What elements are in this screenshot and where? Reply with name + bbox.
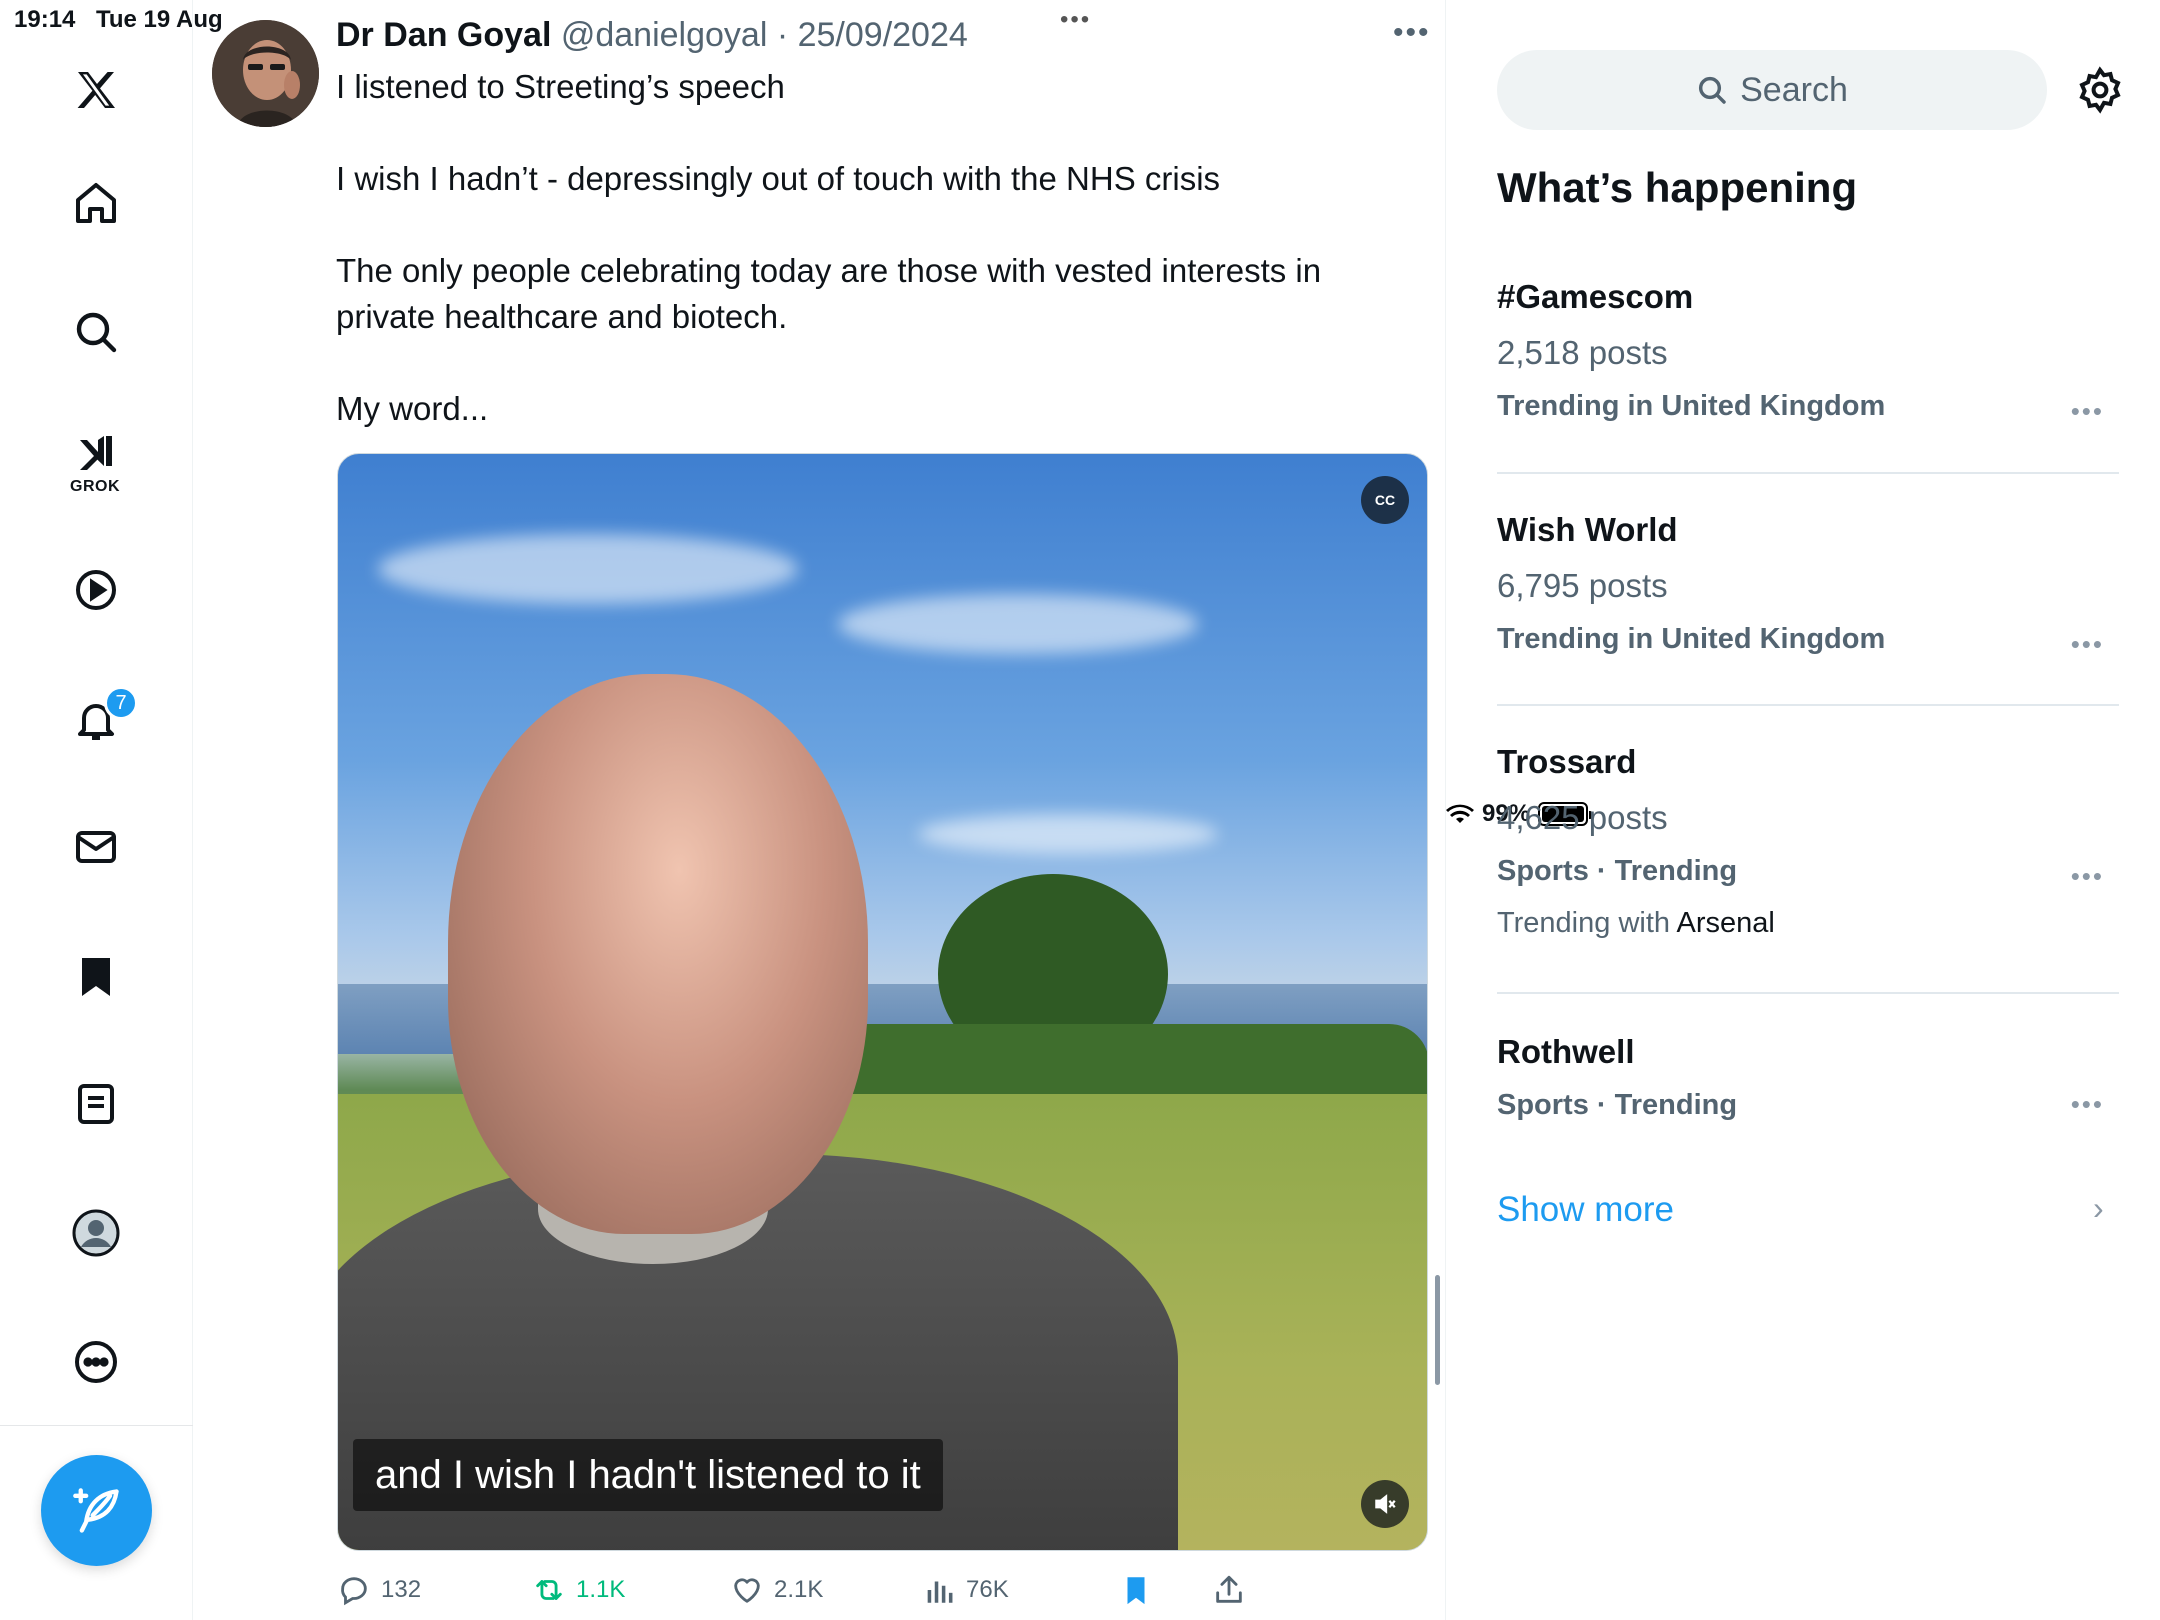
trend-context: Trending in United Kingdom — [1497, 390, 1886, 422]
trend-divider — [1497, 704, 2119, 706]
lists-icon[interactable] — [56, 1064, 136, 1144]
repost-count: 1.1K — [576, 1576, 626, 1603]
views-chart-icon — [927, 1581, 953, 1603]
muted-speaker-icon — [1375, 1494, 1396, 1514]
profile-avatar-icon[interactable] — [56, 1193, 136, 1273]
video-cloud — [838, 594, 1198, 654]
like-button[interactable]: 2.1K — [730, 1566, 823, 1614]
mute-toggle-button[interactable] — [1361, 1480, 1409, 1528]
explore-search-icon[interactable] — [56, 292, 136, 372]
nav-divider — [0, 1425, 193, 1426]
video-caption: and I wish I hadn't listened to it — [353, 1439, 943, 1511]
tweet-header: Dr Dan Goyal @danielgoyal · 25/09/2024 — [336, 16, 968, 55]
right-sidebar: Search What’s happening #Gamescom 2,518 … — [1446, 0, 2160, 1620]
trend-divider — [1497, 992, 2119, 994]
compose-feather-icon — [72, 1487, 119, 1533]
tweet-paragraph: I listened to Streeting’s speech — [336, 68, 785, 105]
tweet-more-button[interactable]: ••• — [1393, 16, 1431, 50]
chevron-right-icon[interactable]: › — [2093, 1190, 2104, 1227]
tweet-paragraph: My word... — [336, 390, 489, 427]
repost-button[interactable]: 1.1K — [532, 1566, 625, 1614]
author-handle[interactable]: @danielgoyal — [561, 16, 768, 54]
home-icon[interactable] — [56, 163, 136, 243]
search-icon — [1699, 76, 1726, 104]
trend-name: Wish World — [1497, 511, 1678, 548]
author-name[interactable]: Dr Dan Goyal — [336, 16, 551, 54]
heart-icon — [734, 1578, 760, 1603]
video-person-head — [448, 674, 868, 1234]
bookmark-button[interactable] — [1119, 1566, 1153, 1614]
tweet-text: I listened to Streeting’s speech I wish … — [336, 64, 1396, 432]
trend-item[interactable]: Trossard 4,625 posts Sports · Trending T… — [1497, 743, 2119, 940]
trend-item[interactable]: #Gamescom 2,518 posts Trending in United… — [1497, 278, 2119, 430]
trend-posts: 6,795 posts — [1497, 567, 1668, 604]
compose-post-button[interactable] — [41, 1455, 152, 1566]
bookmarks-icon[interactable] — [56, 936, 136, 1016]
trend-name: Rothwell — [1497, 1033, 1635, 1070]
bookmark-filled-icon — [1127, 1577, 1145, 1605]
search-placeholder: Search — [1740, 70, 1848, 109]
show-more-link[interactable]: Show more — [1497, 1190, 1674, 1230]
reply-bubble-icon — [341, 1577, 367, 1606]
trending-with: Trending with Arsenal — [1497, 907, 2119, 940]
left-nav: GROK 7 — [0, 0, 193, 1620]
reply-button[interactable]: 132 — [337, 1566, 421, 1614]
trend-context: Trending in United Kingdom — [1497, 623, 1886, 655]
tweet-detail: Dr Dan Goyal @danielgoyal · 25/09/2024 •… — [193, 0, 1446, 1620]
search-input[interactable]: Search — [1497, 50, 2047, 130]
tweet-paragraph: I wish I hadn’t - depressingly out of to… — [336, 160, 1221, 197]
settings-gear-icon[interactable] — [2076, 66, 2124, 114]
trending-with-value[interactable]: Arsenal — [1676, 907, 1774, 939]
notifications-badge: 7 — [104, 686, 138, 720]
trending-with-label: Trending with — [1497, 907, 1671, 939]
trend-more-button[interactable]: ••• — [2071, 396, 2104, 427]
tweet-paragraph: The only people celebrating today are th… — [336, 252, 1322, 335]
like-count: 2.1K — [774, 1576, 824, 1603]
share-upload-icon — [1216, 1575, 1242, 1603]
trend-item[interactable]: Rothwell Sports · Trending ••• — [1497, 1033, 2119, 1129]
reply-count: 132 — [381, 1576, 422, 1603]
trend-posts: 2,518 posts — [1497, 334, 1668, 371]
trend-name: #Gamescom — [1497, 278, 1694, 315]
views-button[interactable]: 76K — [922, 1566, 1009, 1614]
tweet-date[interactable]: · 25/09/2024 — [777, 16, 968, 54]
video-cloud — [378, 534, 798, 604]
video-cloud — [918, 814, 1218, 854]
video-play-icon[interactable] — [56, 550, 136, 630]
trend-divider — [1497, 472, 2119, 474]
whats-happening-title: What’s happening — [1497, 164, 1858, 211]
trend-more-button[interactable]: ••• — [2071, 629, 2104, 660]
trend-context: Sports · Trending — [1497, 1089, 1738, 1121]
captions-cc-button[interactable]: CC — [1361, 476, 1409, 524]
trend-posts: 4,625 posts — [1497, 799, 1668, 836]
trend-more-button[interactable]: ••• — [2071, 1089, 2104, 1120]
tweet-video[interactable]: CC and I wish I hadn't listened to it — [337, 453, 1428, 1551]
trend-context: Sports · Trending — [1497, 855, 1738, 887]
repost-icon — [536, 1580, 562, 1600]
tweet-actions: 132 1.1K 2.1K 76K — [337, 1566, 1397, 1614]
grok-label: GROK — [70, 478, 120, 495]
trend-item[interactable]: Wish World 6,795 posts Trending in Unite… — [1497, 511, 2119, 663]
messages-envelope-icon[interactable] — [56, 807, 136, 887]
scrollbar-thumb[interactable] — [1435, 1275, 1440, 1385]
author-avatar[interactable] — [212, 20, 319, 127]
x-logo-icon[interactable] — [56, 50, 136, 130]
more-options-icon[interactable] — [56, 1322, 136, 1402]
share-button[interactable] — [1212, 1566, 1246, 1614]
views-count: 76K — [966, 1576, 1009, 1603]
trend-more-button[interactable]: ••• — [2071, 861, 2104, 892]
trend-name: Trossard — [1497, 743, 1637, 780]
